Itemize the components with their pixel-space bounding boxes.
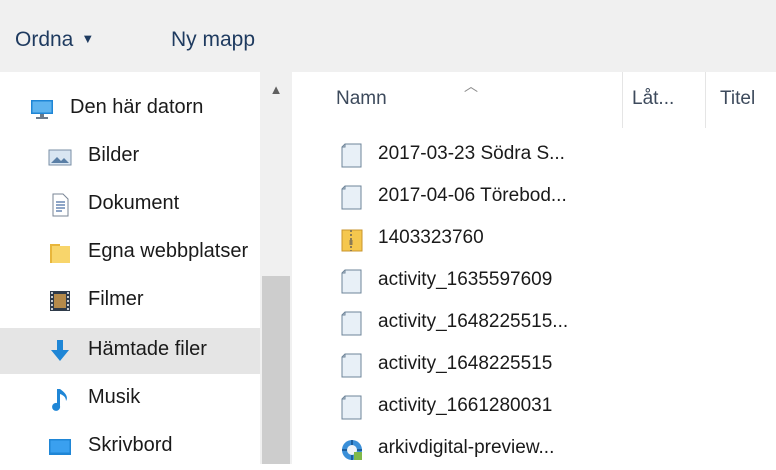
file-name: activity_1635597609 — [378, 269, 553, 290]
file-list: 2017-03-23 Södra S... 2017-04-06 Törebod… — [320, 134, 776, 464]
file-name: 2017-03-23 Södra S... — [378, 143, 565, 164]
file-row[interactable]: activity_1661280031 — [320, 386, 620, 428]
nav-item-label: Filmer — [88, 288, 144, 310]
command-bar: Ordna ▼ Ny mapp — [0, 0, 776, 72]
scroll-thumb[interactable] — [262, 276, 290, 464]
documents-icon — [52, 193, 69, 217]
column-divider[interactable] — [622, 72, 623, 128]
text-file-icon — [341, 311, 362, 336]
nav-item-label: Bilder — [88, 144, 140, 166]
nav-item-label: Hämtade filer — [88, 338, 207, 360]
nav-item-label: Den här datorn — [70, 96, 204, 118]
text-file-icon — [341, 143, 362, 168]
text-file-icon — [341, 185, 362, 210]
file-name: arkivdigital-preview... — [378, 437, 555, 458]
column-header-name[interactable]: Namn — [336, 88, 387, 110]
navigation-pane: Den här datorn Bilder Dokument Egna webb… — [0, 72, 292, 464]
folder-icon — [50, 244, 70, 263]
file-row[interactable]: 2017-04-06 Törebod... — [320, 176, 620, 218]
installer-icon — [342, 440, 362, 460]
column-header-title[interactable]: Titel — [720, 88, 755, 110]
downloads-icon — [51, 340, 69, 361]
scroll-up-arrow-icon[interactable]: ▲ — [260, 82, 292, 104]
nav-item-documents[interactable]: Dokument — [0, 182, 260, 228]
file-row[interactable]: 1403323760 — [320, 218, 620, 260]
organize-menu-button[interactable]: Ordna ▼ — [15, 28, 94, 52]
file-name: activity_1648225515 — [378, 353, 553, 374]
column-header-track[interactable]: Låt... — [632, 88, 674, 110]
pictures-icon — [48, 149, 72, 166]
music-icon — [52, 389, 67, 411]
nav-scrollbar[interactable]: ▲ — [260, 72, 292, 464]
column-headers: ︿ Namn Låt... Titel — [320, 72, 776, 128]
file-name: activity_1648225515... — [378, 311, 569, 332]
nav-item-label: Dokument — [88, 192, 180, 214]
text-file-icon — [341, 269, 362, 294]
file-name: 2017-04-06 Törebod... — [378, 185, 567, 206]
dropdown-caret-icon: ▼ — [81, 31, 95, 46]
nav-item-downloads[interactable]: Hämtade filer — [0, 328, 260, 374]
column-divider[interactable] — [705, 72, 706, 128]
nav-item-web-sites[interactable]: Egna webbplatser — [0, 230, 260, 276]
nav-item-label: Egna webbplatser — [88, 240, 249, 262]
nav-item-label: Skrivbord — [88, 434, 173, 456]
computer-icon — [31, 100, 53, 119]
file-row[interactable]: activity_1648225515... — [320, 302, 620, 344]
desktop-icon — [49, 439, 71, 455]
videos-icon — [50, 291, 70, 311]
sort-ascending-icon: ︿ — [464, 78, 478, 94]
nav-item-label: Musik — [88, 386, 141, 408]
nav-item-desktop[interactable]: Skrivbord — [0, 424, 260, 470]
file-name: 1403323760 — [378, 227, 484, 248]
file-row[interactable]: 2017-03-23 Södra S... — [320, 134, 620, 176]
organize-label: Ordna — [15, 28, 74, 51]
text-file-icon — [341, 395, 362, 420]
zip-folder-icon — [341, 229, 363, 252]
nav-item-this-pc[interactable]: Den här datorn — [0, 86, 260, 132]
text-file-icon — [341, 353, 362, 378]
file-name: activity_1661280031 — [378, 395, 553, 416]
nav-item-music[interactable]: Musik — [0, 376, 260, 422]
nav-item-pictures[interactable]: Bilder — [0, 134, 260, 180]
file-row[interactable]: activity_1648225515 — [320, 344, 620, 386]
nav-item-videos[interactable]: Filmer — [0, 278, 260, 324]
new-folder-button[interactable]: Ny mapp — [171, 28, 255, 52]
file-row[interactable]: activity_1635597609 — [320, 260, 620, 302]
